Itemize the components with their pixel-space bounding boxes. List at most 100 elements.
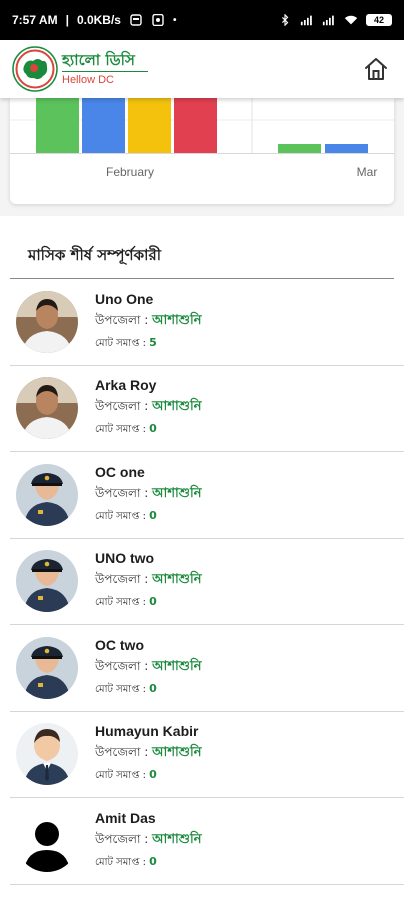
leader-info: OC one উপজেলা : আশাশুনি মোট সমাপ্ত : 0 bbox=[95, 464, 201, 526]
upazila-value: আশাশুনি bbox=[152, 658, 202, 674]
leader-row[interactable]: OC one উপজেলা : আশাশুনি মোট সমাপ্ত : 0 bbox=[10, 452, 404, 539]
app-notification-icon bbox=[152, 14, 164, 26]
upazila-line: উপজেলা : আশাশুনি bbox=[95, 311, 201, 332]
leader-row[interactable]: OC two উপজেলা : আশাশুনি মোট সমাপ্ত : 0 bbox=[10, 625, 404, 712]
upazila-value: আশাশুনি bbox=[152, 399, 202, 415]
leader-list: Uno One উপজেলা : আশাশুনি মোট সমাপ্ত : 5 Ark… bbox=[0, 279, 404, 885]
total-value: 0 bbox=[149, 422, 157, 436]
home-icon bbox=[365, 58, 387, 80]
upazila-line: উপজেলা : আশাশুনি bbox=[95, 743, 201, 764]
total-value: 0 bbox=[149, 681, 157, 695]
total-line: মোট সমাপ্ত : 5 bbox=[95, 336, 201, 353]
leader-row[interactable]: Arka Roy উপজেলা : আশাশুনি মোট সমাপ্ত : 0 bbox=[10, 366, 404, 452]
upazila-value: আশাশুনি bbox=[152, 831, 202, 847]
leader-row[interactable]: Humayun Kabir উপজেলা : আশাশুনি মোট সমাপ্ত … bbox=[10, 712, 404, 798]
total-value: 5 bbox=[149, 335, 157, 349]
avatar bbox=[16, 290, 78, 353]
total-line: মোট সমাপ্ত : 0 bbox=[95, 422, 201, 439]
avatar bbox=[16, 463, 78, 526]
total-label: মোট সমাপ্ত : bbox=[95, 683, 146, 695]
leader-info: Amit Das উপজেলা : আশাশুনি মোট সমাপ্ত : 0 bbox=[95, 810, 201, 872]
total-line: মোট সমাপ্ত : 0 bbox=[95, 768, 201, 785]
total-line: মোট সমাপ্ত : 0 bbox=[95, 595, 201, 612]
avatar bbox=[16, 723, 78, 786]
upazila-label: উপজেলা : bbox=[95, 831, 149, 846]
leader-info: Uno One উপজেলা : আশাশুনি মোট সমাপ্ত : 5 bbox=[95, 291, 201, 353]
monthly-chart-card: February Mar bbox=[10, 98, 394, 204]
upazila-line: উপজেলা : আশাশুনি bbox=[95, 830, 201, 851]
total-label: মোট সমাপ্ত : bbox=[95, 510, 146, 522]
bar-february-1 bbox=[82, 98, 125, 153]
upazila-label: উপজেলা : bbox=[95, 399, 149, 414]
avatar bbox=[16, 377, 78, 440]
leader-info: UNO two উপজেলা : আশাশুনি মোট সমাপ্ত : 0 bbox=[95, 550, 201, 612]
upazila-line: উপজেলা : আশাশুনি bbox=[95, 484, 201, 505]
upazila-value: আশাশুনি bbox=[152, 485, 202, 501]
notification-icon bbox=[130, 14, 142, 26]
leader-name: UNO two bbox=[95, 550, 155, 567]
total-label: মোট সমাপ্ত : bbox=[95, 770, 146, 782]
upazila-line: উপজেলা : আশাশুনি bbox=[95, 657, 201, 678]
app-title: হ্যালো ডিসি bbox=[62, 51, 135, 70]
leader-name: Uno One bbox=[95, 290, 154, 307]
total-label: মোট সমাপ্ত : bbox=[95, 424, 146, 436]
status-time: 7:57 AM bbox=[12, 13, 58, 27]
total-label: মোট সমাপ্ত : bbox=[95, 337, 146, 349]
upazila-value: আশাশুনি bbox=[152, 572, 202, 588]
leader-name: Arka Roy bbox=[95, 377, 157, 394]
section-title: মাসিক শীর্ষ সম্পূর্ণকারী bbox=[28, 246, 161, 264]
upazila-label: উপজেলা : bbox=[95, 485, 149, 500]
upazila-label: উপজেলা : bbox=[95, 745, 149, 760]
app-bar: হ্যালো ডিসি Hellow DC bbox=[0, 40, 404, 98]
leader-info: Humayun Kabir উপজেলা : আশাশুনি মোট সমাপ্ত … bbox=[95, 723, 201, 785]
bar-mar-0 bbox=[278, 144, 321, 153]
total-value: 0 bbox=[149, 508, 157, 522]
avatar bbox=[16, 809, 78, 872]
upazila-line: উপজেলা : আশাশুনি bbox=[95, 397, 201, 418]
top-completers-section: মাসিক শীর্ষ সম্পূর্ণকারী Uno One উপজেলা :… bbox=[0, 216, 404, 900]
total-label: মোট সমাপ্ত : bbox=[95, 856, 146, 868]
upazila-value: আশাশুনি bbox=[152, 312, 202, 328]
upazila-label: উপজেলা : bbox=[95, 658, 149, 673]
x-tick-label: Mar bbox=[357, 165, 378, 179]
leader-name: Amit Das bbox=[95, 809, 156, 826]
leader-row[interactable]: UNO two উপজেলা : আশাশুনি মোট সমাপ্ত : 0 bbox=[10, 539, 404, 625]
bar-february-3 bbox=[174, 98, 217, 153]
total-label: মোট সমাপ্ত : bbox=[95, 597, 146, 609]
monthly-bar-chart: February Mar bbox=[10, 98, 394, 179]
wifi-icon bbox=[344, 15, 358, 25]
signal-icon-2 bbox=[322, 15, 334, 26]
total-line: মোট সমাপ্ত : 0 bbox=[95, 855, 201, 872]
bluetooth-icon bbox=[282, 14, 289, 26]
upazila-label: উপজেলা : bbox=[95, 312, 149, 327]
bar-mar-1 bbox=[325, 144, 368, 153]
leader-row[interactable]: Uno One উপজেলা : আশাশুনি মোট সমাপ্ত : 5 bbox=[10, 279, 404, 366]
leader-row[interactable]: Amit Das উপজেলা : আশাশুনি মোট সমাপ্ত : 0 bbox=[10, 798, 404, 885]
avatar bbox=[16, 550, 78, 613]
status-bar: 7:57 AM | 0.0KB/s • 42 bbox=[0, 0, 404, 40]
bangladesh-emblem-logo bbox=[12, 46, 58, 92]
leader-name: OC two bbox=[95, 636, 144, 653]
upazila-value: আশাশুনি bbox=[152, 745, 202, 761]
network-speed: 0.0KB/s bbox=[76, 13, 121, 27]
total-value: 0 bbox=[149, 768, 157, 782]
leader-info: Arka Roy উপজেলা : আশাশুনি মোট সমাপ্ত : 0 bbox=[95, 377, 201, 439]
total-value: 0 bbox=[149, 595, 157, 609]
leader-info: OC two উপজেলা : আশাশুনি মোট সমাপ্ত : 0 bbox=[95, 637, 201, 699]
total-value: 0 bbox=[149, 854, 157, 868]
bar-february-2 bbox=[128, 98, 171, 153]
upazila-label: উপজেলা : bbox=[95, 572, 149, 587]
home-button[interactable] bbox=[362, 55, 390, 83]
total-line: মোট সমাপ্ত : 0 bbox=[95, 682, 201, 699]
avatar bbox=[16, 636, 78, 699]
bar-february-0 bbox=[36, 98, 79, 153]
upazila-line: উপজেলা : আশাশুনি bbox=[95, 570, 201, 591]
x-tick-label: February bbox=[106, 165, 154, 179]
brand: হ্যালো ডিসি Hellow DC bbox=[12, 46, 148, 92]
battery-icon: 42 bbox=[366, 14, 392, 26]
leader-name: OC one bbox=[95, 463, 145, 480]
total-line: মোট সমাপ্ত : 0 bbox=[95, 509, 201, 526]
app-subtitle: Hellow DC bbox=[62, 73, 114, 86]
signal-icon bbox=[300, 15, 312, 26]
leader-name: Humayun Kabir bbox=[95, 723, 199, 740]
